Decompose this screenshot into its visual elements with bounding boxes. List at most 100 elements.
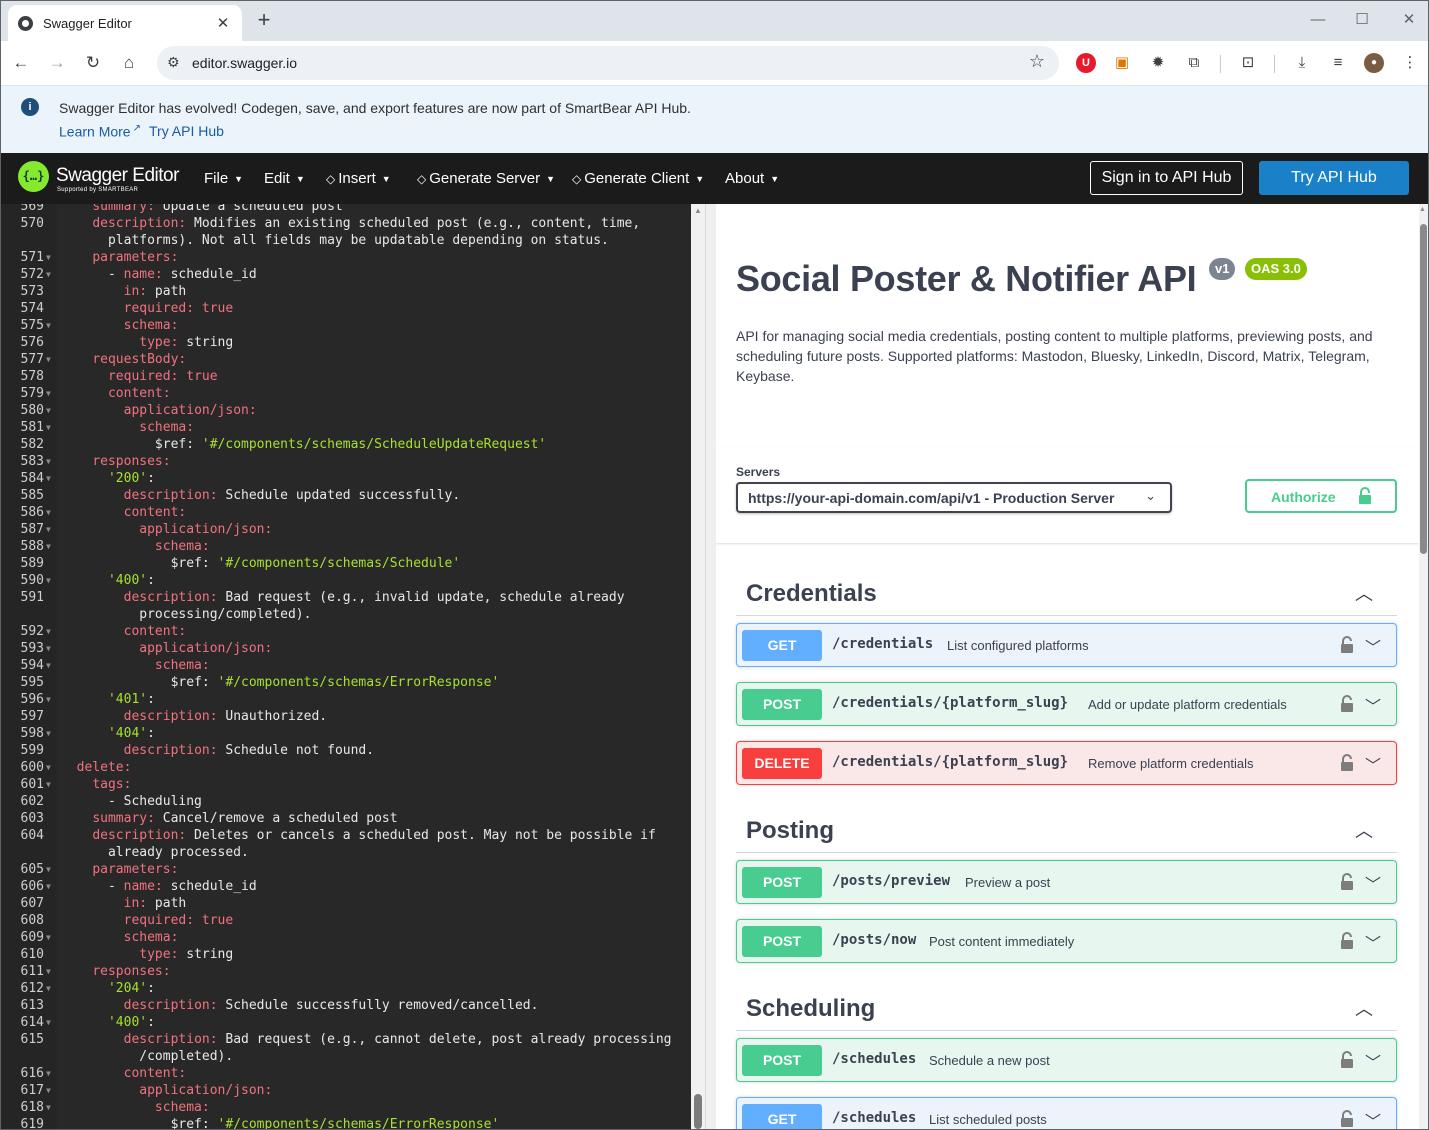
menu-insert-label[interactable]: Insert (338, 170, 376, 187)
unlocked-icon[interactable] (1340, 873, 1354, 891)
tag-scheduling-name[interactable]: Scheduling (746, 995, 875, 1023)
code-line[interactable]: 590 ▼ '400': (1, 572, 691, 589)
close-window-button[interactable]: ✕ (1394, 8, 1424, 32)
code-text[interactable]: in: path (61, 283, 187, 300)
fold-arrow-icon[interactable]: ▼ (46, 963, 51, 980)
code-text[interactable]: description: Unauthorized. (61, 708, 328, 725)
code-line[interactable]: 614 ▼ '400': (1, 1014, 691, 1031)
chevron-down-icon[interactable]: ﹀ (1365, 1108, 1381, 1129)
chevron-down-icon[interactable]: ﹀ (1365, 693, 1381, 717)
operation-path[interactable]: /posts/preview (832, 873, 950, 889)
code-text[interactable]: content: (61, 385, 171, 402)
code-text[interactable]: summary: Cancel/remove a scheduled post (61, 810, 397, 827)
code-text[interactable]: application/json: (61, 1082, 272, 1099)
code-text[interactable]: /completed). (61, 1048, 233, 1065)
method-badge[interactable]: POST (742, 1045, 822, 1076)
code-text[interactable]: responses: (61, 453, 170, 470)
code-text[interactable]: processing/completed). (61, 606, 311, 623)
code-text[interactable]: content: (61, 623, 187, 640)
chevron-down-icon[interactable]: ﹀ (1365, 752, 1381, 776)
code-text[interactable]: schema: (61, 419, 194, 436)
banner-try-api-hub-link[interactable]: Try API Hub (149, 123, 224, 139)
code-line[interactable]: 601 ▼ tags: (1, 776, 691, 793)
operation-post-preview[interactable]: POST /posts/preview Preview a post ﹀ (736, 860, 1397, 904)
code-text[interactable]: description: Bad request (e.g., cannot d… (61, 1031, 672, 1048)
fold-arrow-icon[interactable]: ▼ (46, 657, 51, 674)
code-line[interactable]: 604 description: Deletes or cancels a sc… (1, 827, 691, 844)
browser-tab[interactable]: Swagger Editor ✕ (8, 5, 242, 41)
operation-path[interactable]: /schedules (832, 1051, 916, 1067)
code-text[interactable]: type: string (61, 946, 233, 963)
code-line[interactable]: 610 type: string (1, 946, 691, 963)
url-text[interactable]: editor.swagger.io (192, 55, 297, 71)
operation-post-now[interactable]: POST /posts/now Post content immediately… (736, 919, 1397, 963)
pane-splitter[interactable] (705, 204, 716, 1129)
learn-more-label[interactable]: Learn More (59, 124, 131, 140)
code-line[interactable]: 573 in: path (1, 283, 691, 300)
menu-file-label[interactable]: File (204, 170, 228, 187)
swagger-logo-icon[interactable]: {…} (18, 161, 49, 192)
fold-arrow-icon[interactable]: ▼ (46, 725, 51, 742)
code-line[interactable]: 591 description: Bad request (e.g., inva… (1, 589, 691, 606)
code-text[interactable]: - name: schedule_id (61, 266, 257, 283)
code-line[interactable]: 570 description: Modifies an existing sc… (1, 215, 691, 232)
code-line[interactable]: 606 ▼ - name: schedule_id (1, 878, 691, 895)
fold-arrow-icon[interactable]: ▼ (46, 1082, 51, 1099)
profile-avatar[interactable]: ● (1364, 53, 1384, 73)
operation-get-credentials[interactable]: GET /credentials List configured platfor… (736, 623, 1397, 667)
yaml-editor[interactable]: 569 summary: Update a scheduled post 570 … (1, 204, 691, 1129)
extension-image-icon[interactable]: ▣ (1112, 53, 1132, 73)
operation-path[interactable]: /credentials (832, 636, 933, 652)
code-text[interactable]: summary: Update a scheduled post (61, 204, 342, 215)
operation-path[interactable]: /posts/now (832, 932, 916, 948)
ui-scrollbar[interactable]: ▲ (1419, 204, 1428, 1129)
operation-delete-credentials[interactable]: DELETE /credentials/{platform_slug} Remo… (736, 741, 1397, 785)
operation-get-schedules[interactable]: GET /schedules List scheduled posts ﹀ (736, 1097, 1397, 1129)
code-text[interactable]: schema: (61, 1099, 210, 1116)
fold-arrow-icon[interactable]: ▼ (46, 640, 51, 657)
operation-post-schedules[interactable]: POST /schedules Schedule a new post ﹀ (736, 1038, 1397, 1082)
method-badge[interactable]: POST (742, 926, 822, 957)
code-line[interactable]: 602 - Scheduling (1, 793, 691, 810)
fold-arrow-icon[interactable]: ▼ (46, 691, 51, 708)
code-line[interactable]: platforms). Not all fields may be updata… (1, 232, 691, 249)
method-badge[interactable]: DELETE (742, 748, 822, 779)
code-line[interactable]: 609 ▼ schema: (1, 929, 691, 946)
code-text[interactable]: tags: (61, 776, 131, 793)
method-badge[interactable]: GET (742, 630, 822, 661)
code-text[interactable]: $ref: '#/components/schemas/Schedule' (61, 555, 461, 572)
tag-posting-name[interactable]: Posting (746, 817, 834, 845)
code-line[interactable]: 580 ▼ application/json: (1, 402, 691, 419)
code-line[interactable]: 577 ▼ requestBody: (1, 351, 691, 368)
tab-close-icon[interactable]: ✕ (214, 14, 232, 32)
download-icon[interactable]: ⤓ (1292, 53, 1312, 73)
code-text[interactable]: required: true (61, 912, 234, 929)
code-text[interactable]: type: string (61, 334, 233, 351)
code-line[interactable]: 619 $ref: '#/components/schemas/ErrorRes… (1, 1116, 691, 1129)
code-line[interactable]: 575 ▼ schema: (1, 317, 691, 334)
code-text[interactable]: '400': (61, 1014, 155, 1031)
bookmark-star-icon[interactable]: ☆ (1029, 51, 1045, 72)
fold-arrow-icon[interactable]: ▼ (46, 385, 51, 402)
operation-path[interactable]: /schedules (832, 1110, 916, 1126)
code-line[interactable]: 569 summary: Update a scheduled post (1, 204, 691, 215)
media-control-icon[interactable]: ≡ (1328, 53, 1348, 73)
operation-path[interactable]: /credentials/{platform_slug} (832, 754, 1068, 770)
code-line[interactable]: 611 ▼ responses: (1, 963, 691, 980)
fold-arrow-icon[interactable]: ▼ (46, 419, 51, 436)
code-text[interactable]: description: Bad request (e.g., invalid … (61, 589, 625, 606)
code-text[interactable]: '200': (61, 470, 155, 487)
code-line[interactable]: 586 ▼ content: (1, 504, 691, 521)
code-line[interactable]: 596 ▼ '401': (1, 691, 691, 708)
extension-red-icon[interactable]: U (1076, 53, 1096, 73)
code-line[interactable]: 617 ▼ application/json: (1, 1082, 691, 1099)
code-text[interactable]: required: true (61, 300, 234, 317)
unlocked-icon[interactable] (1340, 636, 1354, 654)
code-text[interactable]: '400': (61, 572, 155, 589)
fold-arrow-icon[interactable]: ▼ (46, 929, 51, 946)
unlocked-icon[interactable] (1340, 1110, 1354, 1128)
code-line[interactable]: 593 ▼ application/json: (1, 640, 691, 657)
code-line[interactable]: 574 required: true (1, 300, 691, 317)
operation-post-credentials[interactable]: POST /credentials/{platform_slug} Add or… (736, 682, 1397, 726)
code-text[interactable]: - Scheduling (61, 793, 202, 810)
